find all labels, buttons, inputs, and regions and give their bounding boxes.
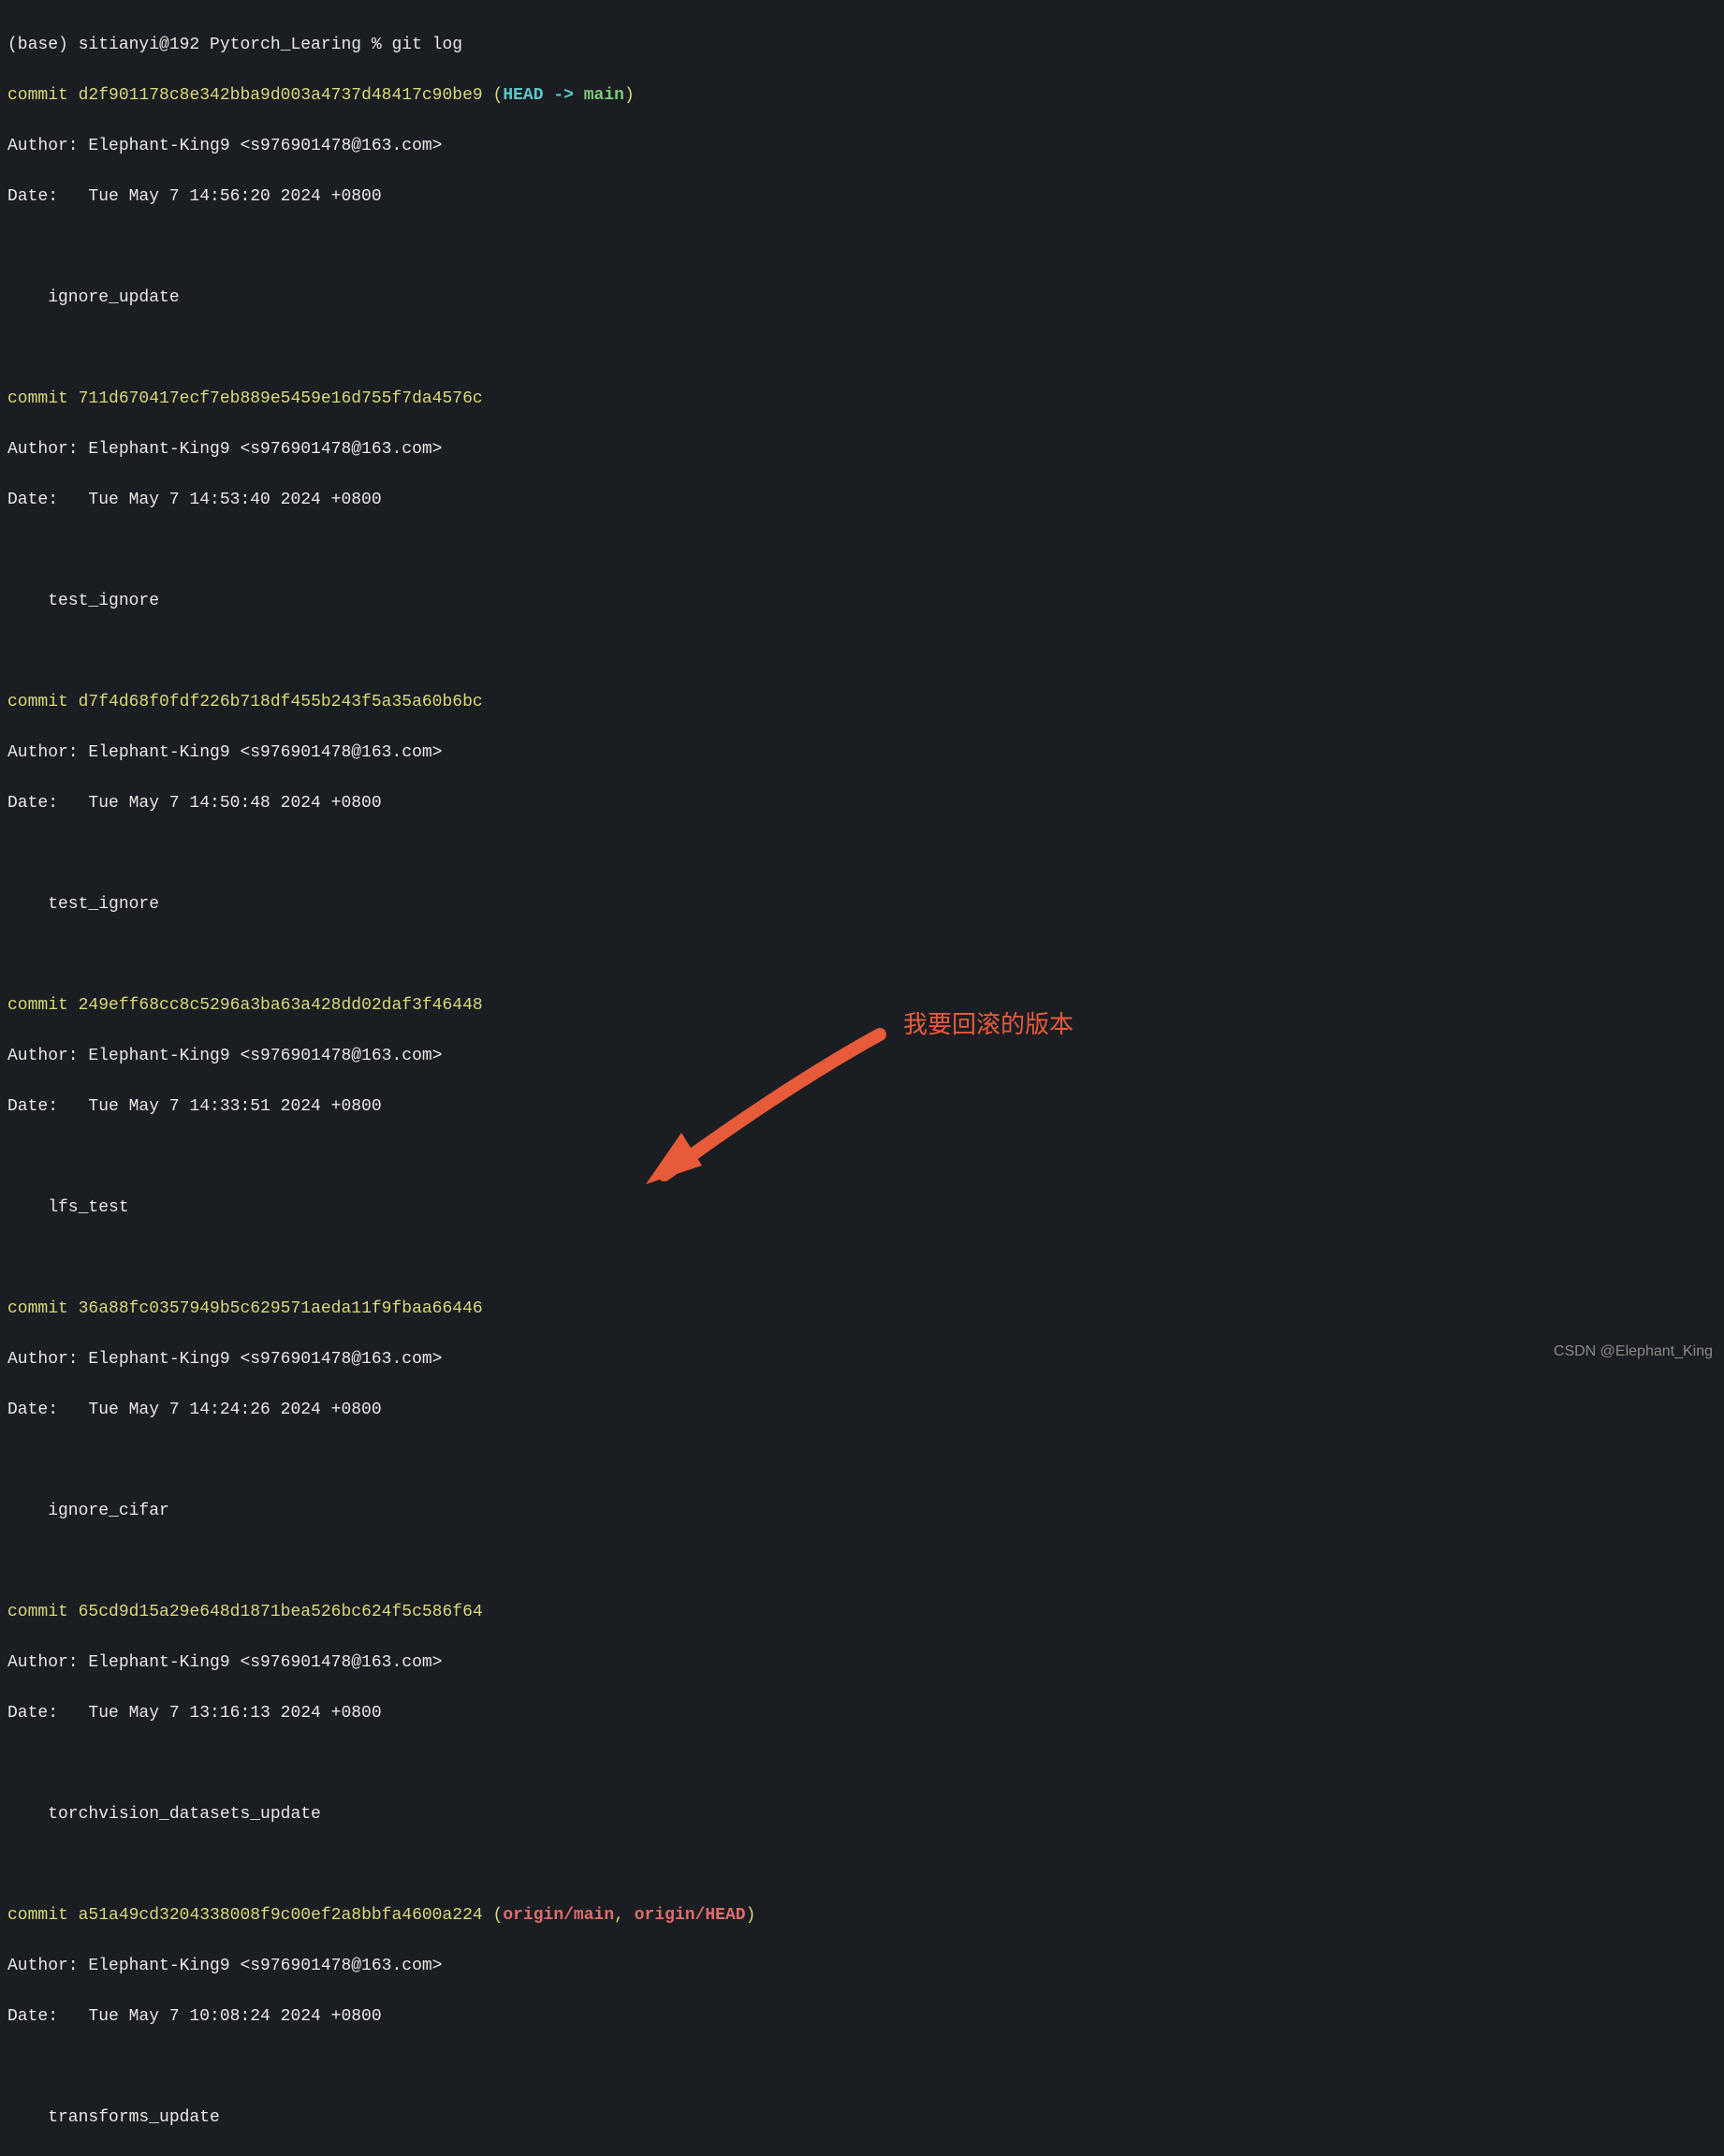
blank-line: [7, 538, 1717, 564]
commit-line-6: commit a51a49cd3204338008f9c00ef2a8bbfa4…: [7, 1903, 1717, 1929]
head-ref: HEAD ->: [503, 86, 583, 105]
author-line-5: Author: Elephant-King9 <s976901478@163.c…: [7, 1650, 1717, 1676]
author-line-1: Author: Elephant-King9 <s976901478@163.c…: [7, 437, 1717, 462]
commit-message-0: ignore_update: [7, 286, 1717, 311]
prompt-text: (base) sitianyi@192 Pytorch_Learing % gi…: [7, 36, 462, 54]
date-line-2: Date: Tue May 7 14:50:48 2024 +0800: [7, 791, 1717, 816]
date-line-0: Date: Tue May 7 14:56:20 2024 +0800: [7, 184, 1717, 210]
blank-line: [7, 1145, 1717, 1170]
commit-message-6: transforms_update: [7, 2105, 1717, 2131]
date-line-1: Date: Tue May 7 14:53:40 2024 +0800: [7, 488, 1717, 513]
blank-line: [7, 235, 1717, 260]
date-line-6: Date: Tue May 7 10:08:24 2024 +0800: [7, 2004, 1717, 2030]
commit-line-5: commit 65cd9d15a29e648d1871bea526bc624f5…: [7, 1600, 1717, 1625]
commit-line-2: commit d7f4d68f0fdf226b718df455b243f5a35…: [7, 690, 1717, 715]
prompt-line: (base) sitianyi@192 Pytorch_Learing % gi…: [7, 33, 1717, 58]
commit-message-1: test_ignore: [7, 589, 1717, 614]
blank-line: [7, 1549, 1717, 1575]
blank-line: [7, 1853, 1717, 1878]
commit-line-0: commit d2f901178c8e342bba9d003a4737d4841…: [7, 83, 1717, 109]
commit-line-3: commit 249eff68cc8c5296a3ba63a428dd02daf…: [7, 993, 1717, 1019]
commit-line-4: commit 36a88fc0357949b5c629571aeda11f9fb…: [7, 1297, 1717, 1322]
commit-message-4: ignore_cifar: [7, 1499, 1717, 1524]
commit-message-2: test_ignore: [7, 892, 1717, 917]
commit-line-1: commit 711d670417ecf7eb889e5459e16d755f7…: [7, 387, 1717, 412]
date-line-3: Date: Tue May 7 14:33:51 2024 +0800: [7, 1094, 1717, 1120]
blank-line: [7, 943, 1717, 968]
blank-line: [7, 336, 1717, 361]
blank-line: [7, 639, 1717, 665]
author-line-0: Author: Elephant-King9 <s976901478@163.c…: [7, 134, 1717, 159]
origin-main-ref: origin/main: [503, 1906, 614, 1925]
blank-line: [7, 1448, 1717, 1474]
author-line-3: Author: Elephant-King9 <s976901478@163.c…: [7, 1044, 1717, 1069]
commit-message-5: torchvision_datasets_update: [7, 1802, 1717, 1827]
author-line-6: Author: Elephant-King9 <s976901478@163.c…: [7, 1954, 1717, 1979]
main-ref: main: [584, 86, 624, 105]
date-line-4: Date: Tue May 7 14:24:26 2024 +0800: [7, 1398, 1717, 1423]
watermark: CSDN @Elephant_King: [1554, 1341, 1713, 1363]
blank-line: [7, 2055, 1717, 2080]
blank-line: [7, 1246, 1717, 1271]
origin-head-ref: origin/HEAD: [635, 1906, 746, 1925]
blank-line: [7, 1752, 1717, 1777]
annotation-label: 我要回滚的版本: [903, 1006, 1074, 1043]
terminal-output: (base) sitianyi@192 Pytorch_Learing % gi…: [7, 7, 1717, 2156]
date-line-5: Date: Tue May 7 13:16:13 2024 +0800: [7, 1701, 1717, 1726]
author-line-2: Author: Elephant-King9 <s976901478@163.c…: [7, 741, 1717, 766]
blank-line: [7, 842, 1717, 867]
commit-message-3: lfs_test: [7, 1195, 1717, 1221]
author-line-4: Author: Elephant-King9 <s976901478@163.c…: [7, 1347, 1717, 1372]
